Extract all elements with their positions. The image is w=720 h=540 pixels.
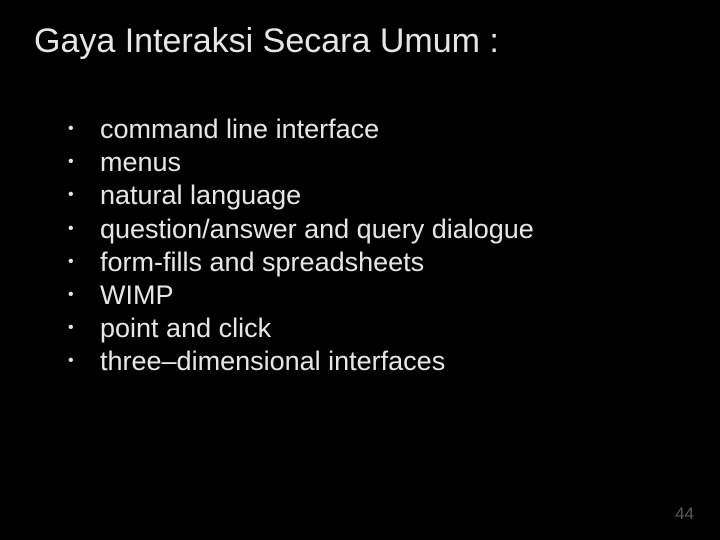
slide-title: Gaya Interaksi Secara Umum : bbox=[0, 0, 720, 61]
list-item: command line interface bbox=[60, 113, 720, 146]
list-item: question/answer and query dialogue bbox=[60, 213, 720, 246]
slide: Gaya Interaksi Secara Umum : command lin… bbox=[0, 0, 720, 540]
bullet-list: command line interface menus natural lan… bbox=[60, 113, 720, 379]
list-item: WIMP bbox=[60, 279, 720, 312]
list-item: natural language bbox=[60, 179, 720, 212]
list-item: point and click bbox=[60, 312, 720, 345]
page-number: 44 bbox=[675, 504, 694, 524]
list-item: menus bbox=[60, 146, 720, 179]
list-item: form-fills and spreadsheets bbox=[60, 246, 720, 279]
list-item: three–dimensional interfaces bbox=[60, 345, 720, 378]
